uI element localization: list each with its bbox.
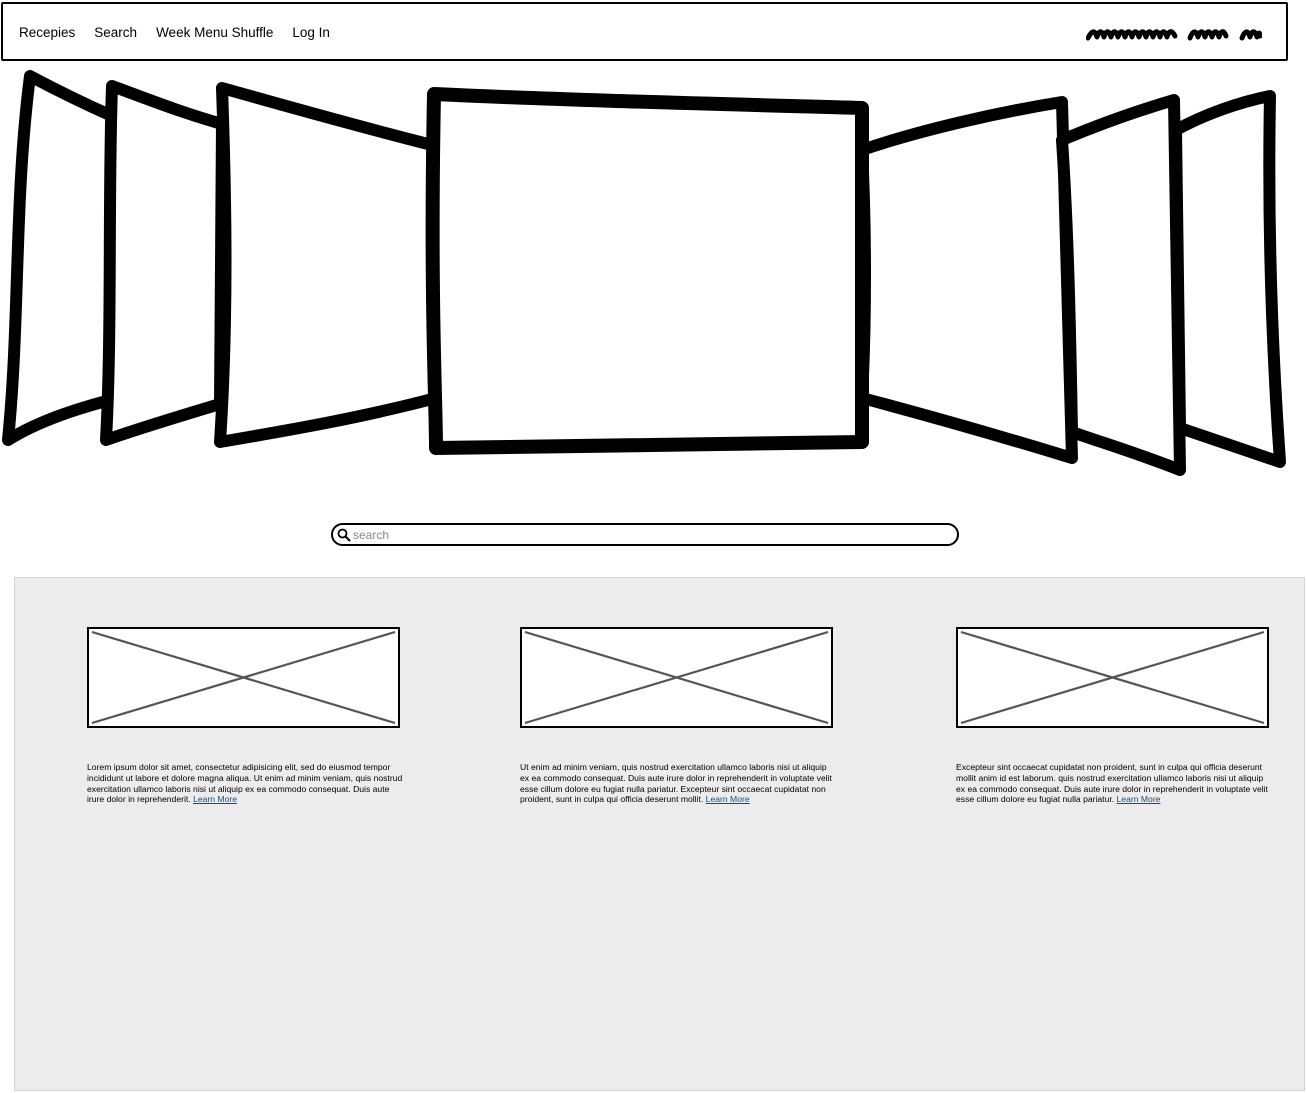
learn-more-link-2[interactable]: Learn More [706,794,750,804]
card-description-3: Excepteur sint occaecat cupidatat non pr… [956,762,1274,805]
carousel-slide-2[interactable] [100,80,228,446]
content-panel: Lorem ipsum dolor sit amet, consectetur … [14,577,1305,1091]
card-body-text: Lorem ipsum dolor sit amet, consectetur … [87,762,403,805]
image-placeholder-icon [91,630,396,725]
nav-link-recepies[interactable]: Recepies [19,25,75,40]
image-placeholder-icon [960,630,1265,725]
carousel-slide-5[interactable] [856,96,1078,464]
learn-more-link-3[interactable]: Learn More [1117,794,1161,804]
nav-link-search[interactable]: Search [94,25,137,40]
learn-more-link-1[interactable]: Learn More [193,794,237,804]
nav-link-log-in[interactable]: Log In [292,25,330,40]
image-carousel [2,70,1286,476]
image-placeholder-icon [524,630,829,725]
card-description-1: Lorem ipsum dolor sit amet, consectetur … [87,762,405,805]
carousel-slide-4-active[interactable] [425,87,869,455]
carousel-slide-3[interactable] [214,82,442,448]
search-bar[interactable] [331,523,959,546]
image-placeholder-1 [87,627,400,728]
nav-links: Recepies Search Week Menu Shuffle Log In [19,4,330,60]
card-body-text: Ut enim ad minim veniam, quis nostrud ex… [520,762,832,805]
search-input[interactable] [353,525,943,544]
image-placeholder-2 [520,627,833,728]
carousel-slide-6[interactable] [1056,94,1186,476]
nav-link-week-menu-shuffle[interactable]: Week Menu Shuffle [156,25,273,40]
image-placeholder-3 [956,627,1269,728]
carousel-slide-1[interactable] [2,70,118,446]
search-icon [337,528,351,542]
top-navbar: Recepies Search Week Menu Shuffle Log In [1,2,1288,61]
carousel-slide-7[interactable] [1170,90,1286,468]
card-body-text: Excepteur sint occaecat cupidatat non pr… [956,762,1268,805]
card-description-2: Ut enim ad minim veniam, quis nostrud ex… [520,762,838,805]
scribble-logo-icon[interactable] [1086,24,1262,42]
